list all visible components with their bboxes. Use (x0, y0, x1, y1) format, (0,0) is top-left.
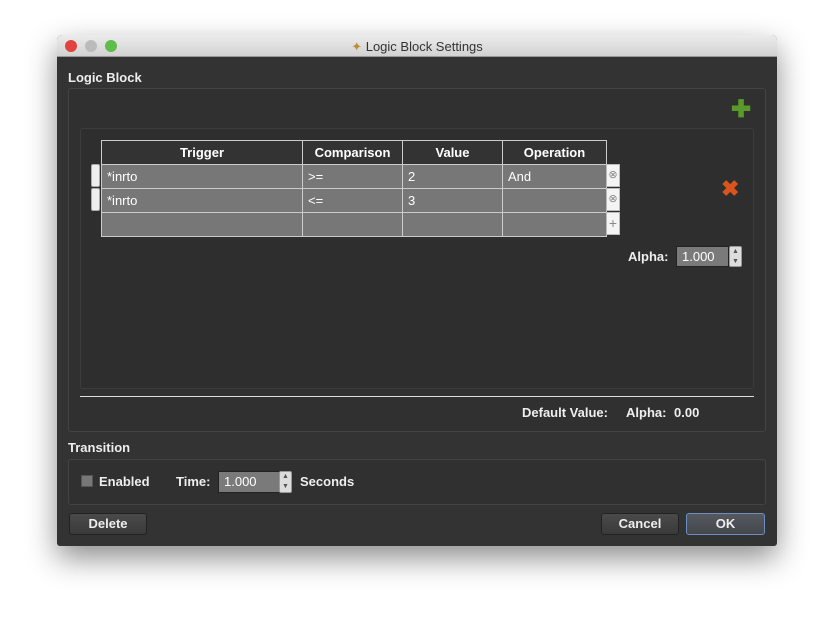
default-alpha-value: 0.00 (674, 405, 700, 420)
condition-panel: Trigger Comparison Value Operation *inrt… (80, 128, 754, 389)
table-header: Trigger Comparison Value Operation (101, 140, 607, 165)
add-row-icon[interactable]: + (606, 212, 620, 235)
ok-button[interactable]: OK (686, 513, 765, 535)
delete-button[interactable]: Delete (69, 513, 147, 535)
header-trigger: Trigger (101, 140, 303, 165)
window-title: ✦ Logic Block Settings (57, 39, 777, 55)
time-input[interactable]: 1.000 (218, 471, 280, 493)
remove-row-icon[interactable]: ⊗ (606, 188, 620, 211)
alpha-stepper[interactable]: ▲ ▼ (729, 246, 742, 267)
title-bar: ✦ Logic Block Settings (57, 35, 777, 57)
cell-comparison[interactable]: >= (302, 164, 403, 189)
table-row-empty[interactable] (101, 212, 607, 237)
header-comparison: Comparison (302, 140, 403, 165)
cell-trigger[interactable]: *inrto (101, 164, 303, 189)
time-stepper[interactable]: ▲ ▼ (279, 471, 292, 493)
table-row[interactable]: *inrto <= 3 (101, 188, 607, 213)
row-drag-handle[interactable] (91, 164, 100, 187)
table-row[interactable]: *inrto >= 2 And (101, 164, 607, 189)
remove-row-icon[interactable]: ⊗ (606, 164, 620, 187)
enabled-label: Enabled (99, 474, 150, 489)
alpha-input[interactable]: 1.000 (676, 246, 729, 267)
app-icon: ✦ (351, 39, 366, 54)
cell-value[interactable]: 2 (402, 164, 503, 189)
seconds-label: Seconds (300, 474, 355, 489)
cell-operation[interactable] (502, 188, 607, 213)
cell-trigger[interactable] (101, 212, 303, 237)
window-title-text: Logic Block Settings (365, 39, 483, 54)
default-value-label: Default Value: (522, 405, 608, 420)
cell-operation[interactable] (502, 212, 607, 237)
cell-operation[interactable]: And (502, 164, 607, 189)
cell-trigger[interactable]: *inrto (101, 188, 303, 213)
divider (80, 396, 754, 397)
remove-block-icon[interactable]: ✖ (721, 176, 739, 202)
row-drag-handle[interactable] (91, 188, 100, 211)
logic-block-settings-window: ✦ Logic Block Settings Logic Block ✚ Tri… (57, 35, 777, 546)
header-value: Value (402, 140, 503, 165)
conditions-table: Trigger Comparison Value Operation *inrt… (101, 140, 607, 237)
default-alpha-label: Alpha: (626, 405, 667, 420)
cell-comparison[interactable]: <= (302, 188, 403, 213)
cell-value[interactable]: 3 (402, 188, 503, 213)
add-block-icon[interactable]: ✚ (731, 98, 751, 122)
transition-label: Transition (68, 440, 131, 455)
transition-group (68, 459, 766, 505)
logic-block-label: Logic Block (68, 70, 142, 85)
alpha-label: Alpha: (628, 249, 669, 264)
enabled-checkbox[interactable] (81, 475, 93, 487)
cancel-button[interactable]: Cancel (601, 513, 679, 535)
cell-value[interactable] (402, 212, 503, 237)
header-operation: Operation (502, 140, 607, 165)
cell-comparison[interactable] (302, 212, 403, 237)
time-label: Time: (176, 474, 211, 489)
